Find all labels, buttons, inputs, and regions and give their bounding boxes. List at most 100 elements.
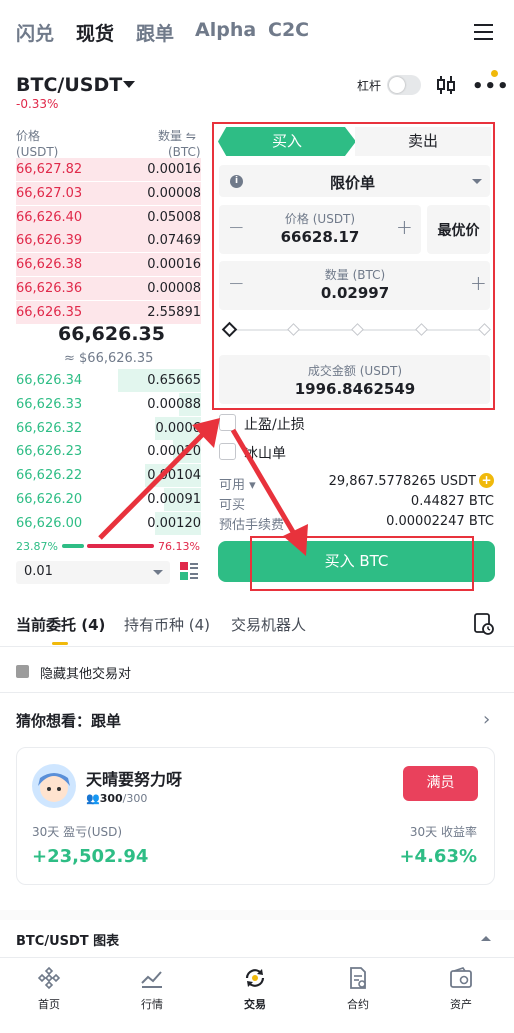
ask-row[interactable]: 66,626.39 0.07469 — [16, 229, 201, 253]
bid-row[interactable]: 66,626.20 0.00091 — [16, 488, 201, 511]
annotation-box-buy-button — [250, 536, 474, 591]
iceberg-checkbox[interactable] — [219, 443, 236, 460]
fee-label: 预估手续费 — [219, 518, 285, 533]
bid-row[interactable]: 66,626.23 0.00020 — [16, 440, 201, 464]
ask-qty: 0.00008 — [147, 185, 201, 201]
depth-step-value: 0.01 — [24, 564, 53, 579]
leverage-toggle[interactable] — [387, 75, 421, 95]
notification-dot — [491, 70, 498, 77]
pnl-value: +23,502.94 — [32, 846, 149, 867]
iceberg-label[interactable]: 冰山单 — [244, 443, 286, 463]
ask-qty: 0.05008 — [147, 209, 201, 225]
nav-tab-spot[interactable]: 现货 — [76, 19, 114, 46]
nav-tab-copy-trading[interactable]: 跟单 — [136, 19, 174, 46]
buy-ratio-bar — [62, 544, 84, 548]
bid-qty: 0.00091 — [147, 492, 201, 507]
bid-row[interactable]: 66,626.22 0.00104 — [16, 464, 201, 488]
bottom-nav-trade[interactable]: 交易 — [225, 996, 285, 1012]
order-history-icon[interactable] — [474, 613, 494, 635]
ask-qty: 0.00016 — [147, 162, 201, 177]
roi-value: +4.63% — [399, 846, 477, 867]
ask-row[interactable]: 66,627.03 0.00008 — [16, 181, 201, 205]
bid-qty: 0.0006 — [155, 420, 202, 436]
bid-row[interactable]: 66,626.32 0.0006 — [16, 416, 202, 440]
followers-max: /300 — [122, 792, 148, 805]
market-icon[interactable] — [140, 966, 164, 990]
bid-price: 66,626.32 — [16, 420, 83, 436]
active-tab-indicator — [52, 642, 68, 645]
depth-step-select[interactable]: 0.01 — [16, 561, 170, 584]
tab-holdings[interactable]: 持有币种 (4) — [124, 614, 210, 635]
bottom-nav-assets[interactable]: 资产 — [431, 996, 491, 1012]
bid-price: 66,626.23 — [16, 444, 83, 460]
bid-row[interactable]: 66,626.00 0.00120 — [16, 511, 201, 535]
top-nav: 闪兑 现货 跟单 Alpha C2C — [0, 0, 514, 66]
avatar[interactable] — [32, 764, 76, 808]
bottom-nav-home[interactable]: 首页 — [19, 996, 79, 1012]
ask-price: 66,626.39 — [16, 233, 83, 249]
tab-open-orders[interactable]: 当前委托 (4) — [16, 614, 105, 635]
assets-icon[interactable] — [449, 966, 473, 990]
ask-row[interactable]: 66,626.38 0.00016 — [16, 253, 201, 277]
bid-row[interactable]: 66,626.33 0.00088 — [16, 392, 201, 416]
trader-name[interactable]: 天晴要努力呀 — [86, 766, 182, 790]
follower-count: 👥300/300 — [86, 792, 147, 805]
hide-pairs-label[interactable]: 隐藏其他交易对 — [40, 663, 131, 682]
section-separator — [0, 910, 514, 920]
tpsl-label[interactable]: 止盈/止损 — [244, 414, 305, 434]
followers-current: 300 — [99, 792, 123, 805]
deposit-plus-icon[interactable]: + — [479, 473, 494, 488]
bid-price: 66,626.34 — [16, 373, 83, 388]
futures-icon[interactable] — [346, 966, 370, 990]
available-label[interactable]: 可用 ▾ — [219, 474, 256, 493]
users-icon: 👥 — [86, 792, 100, 805]
chart-section-title[interactable]: BTC/USDT 图表 — [16, 930, 119, 949]
tab-trading-bots[interactable]: 交易机器人 — [231, 614, 306, 635]
orderbook-price-header: 价格 — [16, 129, 41, 143]
sell-ratio-bar — [87, 544, 154, 548]
sell-ratio: 76.13% — [158, 540, 200, 553]
roi-label: 30天 收益率 — [409, 825, 477, 839]
chevron-right-icon[interactable]: › — [483, 709, 490, 730]
ask-row[interactable]: 66,626.35 2.55891 — [16, 300, 201, 324]
fee-value: 0.00002247 BTC — [386, 514, 494, 529]
bid-row[interactable]: 66,626.34 0.65665 — [16, 369, 201, 392]
ask-row[interactable]: 66,627.82 0.00016 — [16, 158, 201, 181]
more-options-icon[interactable]: ••• — [472, 76, 510, 97]
ask-qty: 0.07469 — [147, 233, 201, 249]
bid-price: 66,626.22 — [16, 468, 83, 484]
hamburger-menu-icon[interactable] — [474, 24, 493, 40]
ask-price: 66,626.40 — [16, 209, 83, 225]
trade-icon[interactable] — [243, 966, 267, 990]
nav-tab-c2c[interactable]: C2C — [268, 19, 309, 41]
chevron-down-icon[interactable] — [123, 81, 135, 88]
home-icon[interactable] — [37, 966, 61, 990]
can-buy-label: 可买 — [219, 498, 246, 513]
candlestick-chart-icon[interactable] — [436, 74, 456, 96]
orderbook-qty-unit: (BTC) — [168, 145, 201, 159]
chevron-up-icon[interactable] — [481, 936, 491, 941]
nav-tab-flash-swap[interactable]: 闪兑 — [16, 19, 54, 46]
last-price-usd: ≈ $66,626.35 — [64, 351, 154, 366]
ask-row[interactable]: 66,626.36 0.00008 — [16, 277, 201, 300]
available-value: 29,867.5778265 USDT — [328, 474, 476, 489]
leverage-label: 杠杆 — [357, 79, 382, 93]
full-button[interactable]: 满员 — [403, 766, 478, 801]
bottom-nav-market[interactable]: 行情 — [122, 996, 182, 1012]
buy-ratio: 23.87% — [16, 540, 58, 553]
bid-price: 66,626.20 — [16, 492, 83, 507]
ask-price: 66,626.35 — [16, 304, 83, 320]
suggest-title[interactable]: 猜你想看：跟单 — [16, 710, 121, 731]
available-label-text: 可用 — [219, 478, 246, 493]
pair-selector[interactable]: BTC/USDT — [16, 74, 122, 96]
bottom-nav-futures[interactable]: 合约 — [328, 996, 388, 1012]
ask-price: 66,627.82 — [16, 162, 83, 177]
orderbook-qty-header[interactable]: 数量 ⇋ — [158, 127, 196, 144]
tpsl-checkbox[interactable] — [219, 414, 236, 431]
hide-pairs-checkbox[interactable] — [16, 665, 29, 678]
nav-tab-alpha[interactable]: Alpha — [195, 19, 256, 41]
ask-row[interactable]: 66,626.40 0.05008 — [16, 205, 201, 229]
ask-qty: 0.00008 — [147, 281, 201, 296]
orderbook-layout-icon[interactable] — [180, 562, 198, 580]
ask-price: 66,626.36 — [16, 281, 83, 296]
